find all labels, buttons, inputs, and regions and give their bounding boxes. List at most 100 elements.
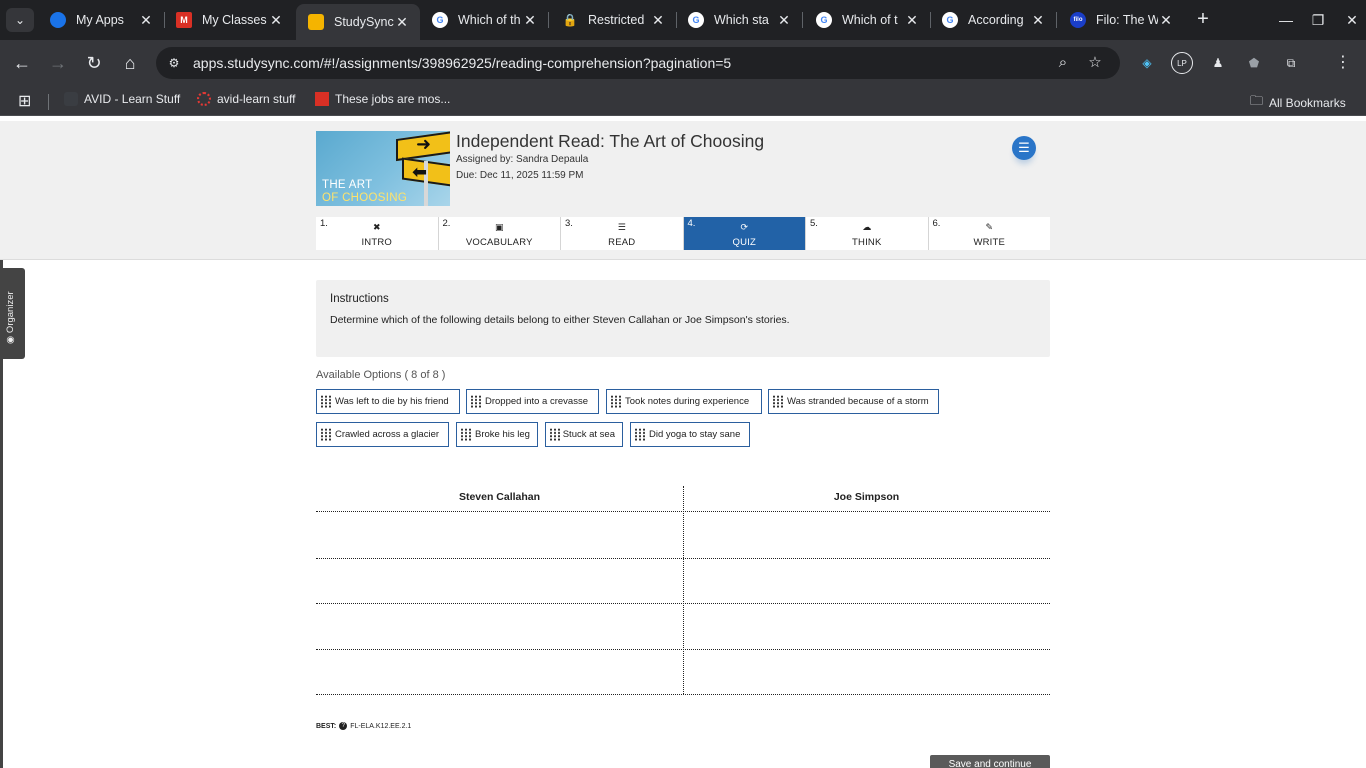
- google-icon: G: [942, 12, 958, 28]
- home-icon[interactable]: ⌂: [118, 51, 142, 75]
- option-chip[interactable]: Was stranded because of a storm: [768, 389, 939, 414]
- tab-studysync[interactable]: StudySync ✕: [296, 4, 420, 40]
- tab-title: Restricted: [588, 13, 645, 27]
- close-icon[interactable]: ✕: [522, 12, 538, 29]
- reload-icon[interactable]: ↻: [82, 51, 106, 75]
- tab-my-apps[interactable]: My Apps ✕: [38, 6, 164, 34]
- tab-search-icon[interactable]: ⌄: [6, 8, 34, 32]
- quiz-icon: ⟳: [740, 222, 749, 232]
- bookmark-jobs[interactable]: These jobs are mos...: [315, 92, 450, 106]
- close-icon[interactable]: ✕: [268, 12, 284, 29]
- instructions-panel: Instructions Determine which of the foll…: [316, 280, 1050, 357]
- option-chip[interactable]: Stuck at sea: [545, 422, 623, 447]
- bookmark-label: These jobs are mos...: [335, 92, 451, 106]
- option-chip[interactable]: Crawled across a glacier: [316, 422, 449, 447]
- arrow-right-icon: ➜: [416, 134, 432, 154]
- menu-icon[interactable]: ☰: [1012, 136, 1036, 160]
- apps-grid-icon[interactable]: ⊞: [18, 91, 31, 111]
- intro-icon: ✖: [372, 222, 381, 232]
- drag-handle-icon[interactable]: [320, 428, 332, 441]
- option-label: Broke his leg: [475, 429, 530, 440]
- drop-row-divider: [316, 649, 1050, 650]
- extension-person-icon[interactable]: ♟: [1207, 52, 1229, 74]
- drag-handle-icon[interactable]: [549, 428, 560, 441]
- drag-handle-icon[interactable]: [460, 428, 472, 441]
- studysync-icon: [308, 14, 324, 30]
- close-icon[interactable]: ✕: [650, 12, 666, 29]
- extensions-puzzle-icon[interactable]: ⧉: [1280, 52, 1302, 74]
- close-icon[interactable]: ✕: [138, 12, 154, 29]
- tab-google-4[interactable]: G According ✕: [930, 6, 1056, 34]
- url-text[interactable]: apps.studysync.com/#!/assignments/398962…: [193, 55, 731, 71]
- tab-think[interactable]: 5. ☁ THINK: [806, 217, 929, 250]
- standard-code: FL-ELA.K12.EE.2.1: [350, 722, 412, 730]
- tab-filo[interactable]: filo Filo: The W ✕: [1058, 6, 1184, 34]
- instructions-title: Instructions: [330, 293, 389, 305]
- drag-handle-icon[interactable]: [470, 395, 482, 408]
- organizer-tab[interactable]: ◉ Organizer: [3, 268, 25, 359]
- tab-title: Which of t: [842, 13, 898, 27]
- google-icon: G: [432, 12, 448, 28]
- new-tab-plus-icon[interactable]: +: [1192, 8, 1214, 32]
- option-chip[interactable]: Was left to die by his friend: [316, 389, 460, 414]
- lock-icon: 🔒: [562, 13, 578, 27]
- forward-icon[interactable]: →: [46, 51, 70, 75]
- tab-vocabulary[interactable]: 2. ▣ VOCABULARY: [438, 217, 561, 250]
- option-chip[interactable]: Took notes during experience: [606, 389, 762, 414]
- organizer-label: ◉ Organizer: [5, 291, 16, 344]
- zoom-icon[interactable]: ⌕: [1052, 52, 1074, 74]
- help-icon[interactable]: ?: [339, 722, 348, 730]
- tab-quiz[interactable]: 4. ⟳ QUIZ: [683, 217, 806, 250]
- close-icon[interactable]: ✕: [1030, 12, 1046, 29]
- address-bar[interactable]: ⚙ apps.studysync.com/#!/assignments/3989…: [156, 47, 1120, 79]
- all-bookmarks-button[interactable]: 🗀 All Bookmarks: [1250, 92, 1346, 114]
- tab-intro[interactable]: 1. ✖ INTRO: [316, 217, 439, 250]
- drag-handle-icon[interactable]: [634, 428, 646, 441]
- filo-icon: filo: [1070, 12, 1086, 28]
- avid-icon: [64, 92, 78, 106]
- tab-title: According: [968, 13, 1024, 27]
- tab-google-1[interactable]: G Which of th ✕: [420, 6, 548, 34]
- option-label: Crawled across a glacier: [335, 429, 440, 440]
- close-icon[interactable]: ✕: [776, 12, 792, 29]
- bookmark-avid-learn[interactable]: AVID - Learn Stuff: [64, 92, 180, 106]
- bookmarks-bar: ⊞ AVID - Learn Stuff avid-learn stuff Th…: [0, 86, 1366, 116]
- assignment-header: ➜ ⬅ THE ART OF CHOOSING Independent Read…: [0, 121, 1366, 260]
- option-chip[interactable]: Broke his leg: [456, 422, 538, 447]
- cloud-icon: [50, 12, 66, 28]
- option-label: Was left to die by his friend: [335, 396, 449, 407]
- back-icon[interactable]: ←: [10, 51, 34, 75]
- tab-read[interactable]: 3. ☰ READ: [561, 217, 684, 250]
- mcgraw-icon: M: [176, 12, 192, 28]
- extension-lp-icon[interactable]: LP: [1171, 52, 1193, 74]
- tab-google-2[interactable]: G Which sta ✕: [676, 6, 802, 34]
- tab-my-classes[interactable]: M My Classes ✕: [164, 6, 294, 34]
- option-chip[interactable]: Did yoga to stay sane: [630, 422, 750, 447]
- bookmark-star-icon[interactable]: ☆: [1084, 52, 1106, 74]
- maximize-icon[interactable]: ❐: [1306, 8, 1330, 32]
- extension-shield-icon[interactable]: ◈: [1136, 52, 1158, 74]
- window-close-icon[interactable]: ✕: [1340, 8, 1364, 32]
- drag-handle-icon[interactable]: [320, 395, 332, 408]
- option-label: Was stranded because of a storm: [787, 396, 929, 407]
- tab-restricted[interactable]: 🔒 Restricted ✕: [550, 6, 676, 34]
- avid-circle-icon: [197, 92, 211, 106]
- extension-badge-icon[interactable]: ⬟: [1243, 52, 1265, 74]
- option-chip[interactable]: Dropped into a crevasse: [466, 389, 599, 414]
- due-date: Due: Dec 11, 2025 11:59 PM: [456, 170, 584, 181]
- drag-handle-icon[interactable]: [610, 395, 622, 408]
- close-icon[interactable]: ✕: [904, 12, 920, 29]
- bookmark-avid-stuff[interactable]: avid-learn stuff: [197, 92, 296, 106]
- available-options-label: Available Options ( 8 of 8 ): [316, 369, 446, 381]
- save-and-continue-button[interactable]: Save and continue: [930, 755, 1050, 768]
- close-icon[interactable]: ✕: [394, 14, 410, 31]
- site-info-icon[interactable]: ⚙: [164, 53, 184, 73]
- close-icon[interactable]: ✕: [1158, 12, 1174, 29]
- drag-handle-icon[interactable]: [772, 395, 784, 408]
- tab-google-3[interactable]: G Which of t ✕: [804, 6, 930, 34]
- tab-write[interactable]: 6. ✎ WRITE: [928, 217, 1050, 250]
- more-menu-icon[interactable]: ⋮: [1332, 52, 1354, 74]
- minimize-icon[interactable]: —: [1274, 8, 1298, 32]
- option-label: Stuck at sea: [562, 429, 615, 440]
- tab-title: My Apps: [76, 13, 124, 27]
